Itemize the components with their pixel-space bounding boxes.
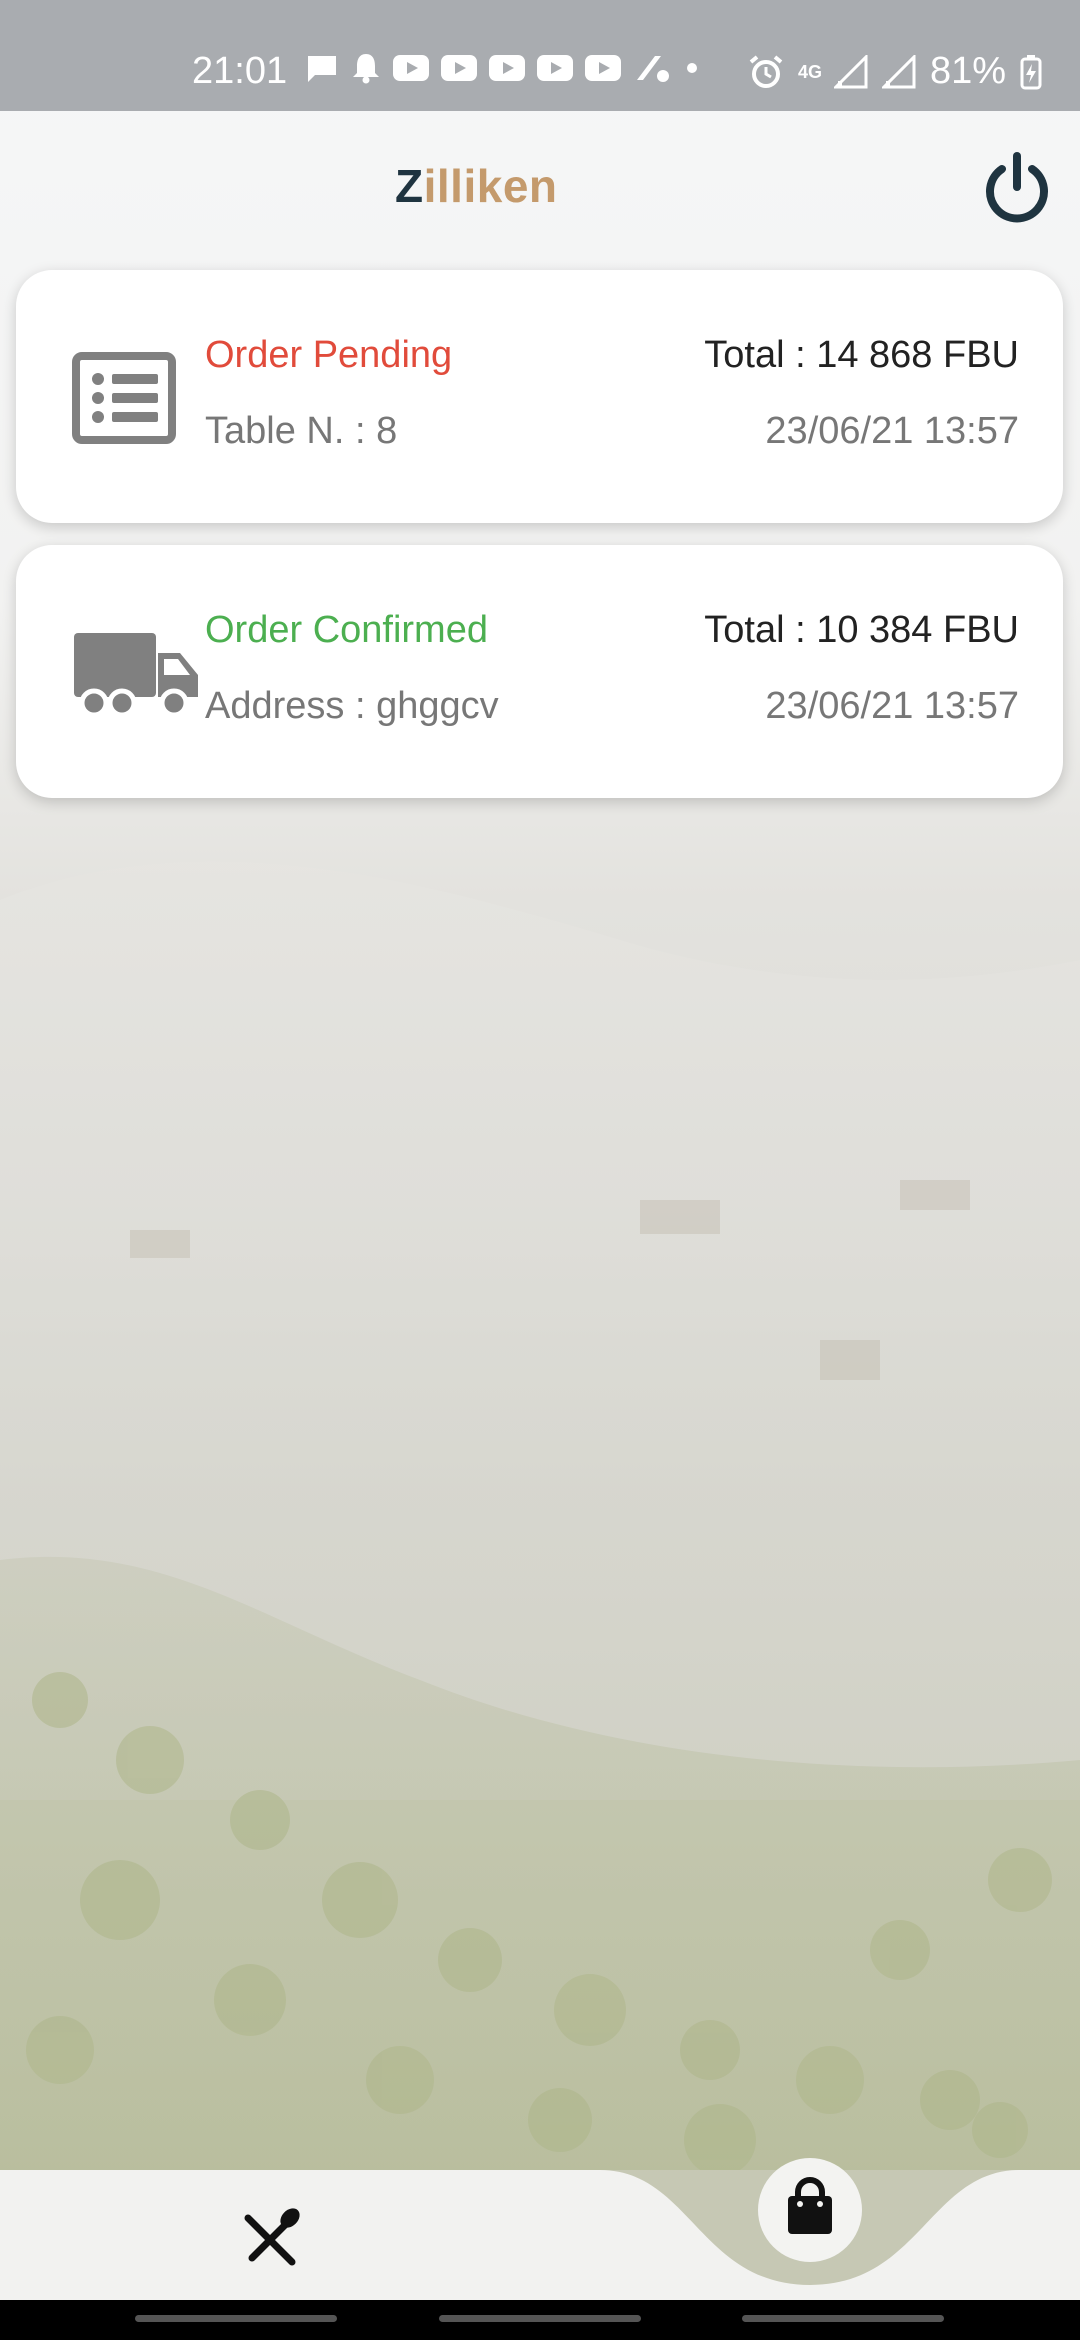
status-right-icons: 4G 81% <box>748 50 1042 93</box>
notification-icons <box>305 52 699 84</box>
order-status: Order Pending <box>205 334 453 376</box>
cart-nav-button[interactable] <box>758 2158 862 2262</box>
home-pill[interactable] <box>439 2315 641 2322</box>
app-header: Zilliken <box>0 111 1080 261</box>
order-total: Total : 10 384 FBU <box>704 609 1019 651</box>
shopping-bag-icon <box>788 2177 832 2234</box>
app-screen: 21:01 4G 81% Zilliken Order Pending Tabl… <box>0 0 1080 2340</box>
percent-app-icon <box>637 56 669 82</box>
power-icon <box>986 152 1048 223</box>
menu-nav-button[interactable] <box>230 2198 310 2278</box>
recent-apps-pill[interactable] <box>135 2315 337 2322</box>
order-table-number: Table N. : 8 <box>205 410 398 452</box>
signal-icon <box>881 54 916 88</box>
truck-icon <box>74 633 198 718</box>
alarm-icon <box>749 54 783 88</box>
order-datetime: 23/06/21 13:57 <box>765 410 1019 452</box>
power-button[interactable] <box>980 151 1054 225</box>
youtube-icon <box>393 55 429 81</box>
app-title-initial: Z <box>395 160 424 212</box>
list-icon <box>72 352 176 444</box>
app-title-rest: illiken <box>423 160 558 212</box>
more-dot-icon <box>687 63 697 73</box>
order-status: Order Confirmed <box>205 609 488 651</box>
cutlery-icon <box>244 2208 300 2266</box>
app-title: Zilliken <box>395 159 558 213</box>
system-gesture-bar <box>0 2300 1080 2340</box>
order-datetime: 23/06/21 13:57 <box>765 685 1019 727</box>
status-time: 21:01 <box>192 50 288 92</box>
youtube-icon <box>537 55 573 81</box>
order-address: Address : ghggcv <box>205 685 499 727</box>
message-icon <box>308 56 336 82</box>
battery-percent: 81% <box>929 50 1006 92</box>
battery-charging-icon <box>1020 54 1042 89</box>
bottom-navigation-bar <box>0 2170 1080 2300</box>
order-total: Total : 14 868 FBU <box>704 334 1019 376</box>
order-card-confirmed[interactable]: Order Confirmed Address : ghggcv Total :… <box>16 545 1063 798</box>
back-pill[interactable] <box>742 2315 944 2322</box>
youtube-icon <box>489 55 525 81</box>
signal-icon <box>833 54 868 88</box>
youtube-icon <box>585 55 621 81</box>
network-type-label: 4G <box>797 61 822 82</box>
bell-icon <box>353 54 379 84</box>
youtube-icon <box>441 55 477 81</box>
status-bar: 21:01 4G 81% <box>0 0 1080 111</box>
order-card-pending[interactable]: Order Pending Table N. : 8 Total : 14 86… <box>16 270 1063 523</box>
